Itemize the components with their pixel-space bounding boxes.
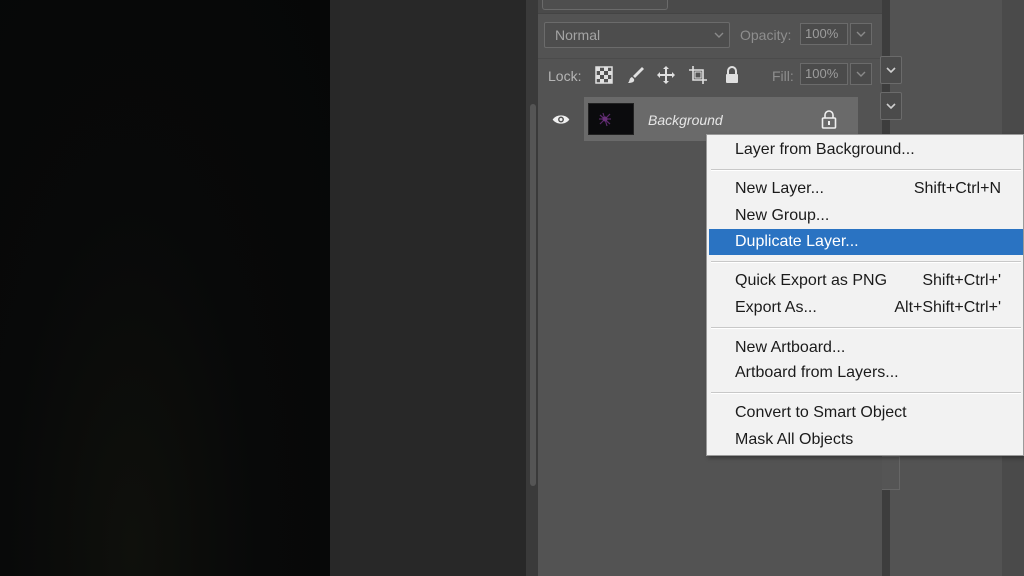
filter-kind-dropdown[interactable]: Kind (542, 0, 668, 10)
chevron-down-icon (856, 71, 866, 77)
blend-mode-value: Normal (555, 27, 601, 43)
document-canvas[interactable] (0, 0, 330, 576)
menu-item-convert-to-smart-object[interactable]: Convert to Smart Object (709, 400, 1023, 426)
menu-item-layer-from-background[interactable]: Layer from Background... (709, 137, 1023, 163)
menu-separator (711, 169, 1021, 171)
layers-scrollbar[interactable] (530, 104, 536, 486)
menu-item-new-artboard[interactable]: New Artboard... (709, 335, 1023, 361)
menu-separator (711, 261, 1021, 263)
adjacent-panel-dropdown[interactable] (880, 92, 902, 120)
menu-separator (711, 327, 1021, 329)
blend-mode-dropdown[interactable]: Normal (544, 22, 730, 48)
pasteboard (330, 0, 526, 576)
layer-context-menu: Layer from Background... New Layer... Sh… (706, 134, 1024, 456)
menu-item-new-layer[interactable]: New Layer... Shift+Ctrl+N (709, 176, 1023, 202)
menu-item-artboard-from-layers[interactable]: Artboard from Layers... (709, 360, 1023, 386)
menu-item-quick-export-png[interactable]: Quick Export as PNG Shift+Ctrl+' (709, 268, 1023, 294)
adjacent-panel-dropdown[interactable] (880, 56, 902, 84)
menu-item-shortcut: Shift+Ctrl+N (913, 180, 1001, 197)
menu-separator (711, 392, 1021, 394)
opacity-dropdown-button[interactable] (850, 23, 872, 45)
menu-item-label: Convert to Smart Object (735, 404, 907, 421)
lock-image-pixels-icon[interactable] (626, 65, 646, 85)
lock-all-icon[interactable] (722, 65, 742, 85)
menu-item-label: New Layer... (735, 180, 824, 197)
adjacent-panel-field[interactable] (882, 456, 900, 490)
layer-thumbnail[interactable] (588, 103, 634, 135)
chevron-down-icon (714, 32, 724, 38)
menu-item-label: Duplicate Layer... (735, 233, 859, 250)
lock-position-icon[interactable] (656, 65, 676, 85)
eye-icon (552, 115, 570, 124)
menu-item-label: Artboard from Layers... (735, 364, 899, 381)
prevent-auto-nesting-icon[interactable] (688, 65, 708, 85)
fill-label: Fill: (772, 68, 794, 84)
menu-item-label: New Group... (735, 207, 830, 224)
menu-item-label: Mask All Objects (735, 431, 854, 448)
menu-item-duplicate-layer[interactable]: Duplicate Layer... (709, 229, 1023, 255)
menu-item-shortcut: Shift+Ctrl+' (922, 272, 1001, 289)
lock-transparent-pixels-icon[interactable] (594, 65, 614, 85)
menu-item-mask-all-objects[interactable]: Mask All Objects (709, 427, 1023, 453)
menu-item-label: New Artboard... (735, 339, 846, 356)
layer-name[interactable]: Background (648, 112, 723, 128)
padlock-icon[interactable] (820, 109, 838, 129)
menu-item-export-as[interactable]: Export As... Alt+Shift+Ctrl+' (709, 295, 1023, 321)
lock-label: Lock: (548, 68, 582, 84)
fill-dropdown-button[interactable] (850, 63, 872, 85)
lock-row: Lock: Fill: 100% (538, 58, 882, 90)
menu-item-shortcut: Alt+Shift+Ctrl+' (894, 299, 1001, 316)
layers-filter-bar: Kind (538, 0, 882, 14)
menu-item-label: Export As... (735, 299, 817, 316)
fill-input[interactable]: 100% (800, 63, 848, 85)
menu-item-new-group[interactable]: New Group... (709, 203, 1023, 229)
filter-kind-label: Kind (573, 0, 595, 2)
opacity-input[interactable]: 100% (800, 23, 848, 45)
menu-item-label: Layer from Background... (735, 141, 915, 158)
layer-visibility-toggle[interactable] (538, 97, 582, 141)
chevron-down-icon (886, 67, 896, 74)
chevron-down-icon (886, 103, 896, 110)
menu-item-label: Quick Export as PNG (735, 272, 888, 289)
opacity-label: Opacity: (740, 27, 792, 43)
chevron-down-icon (856, 31, 866, 37)
thumbnail-image (589, 104, 633, 134)
